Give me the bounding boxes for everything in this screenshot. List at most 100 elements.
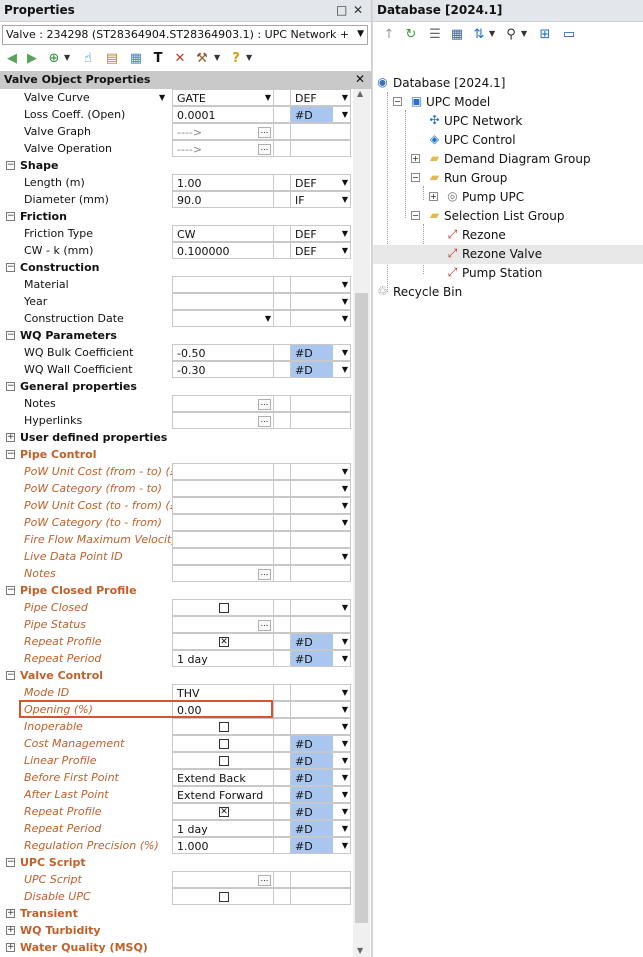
chevron-down-icon[interactable]: ▼ — [64, 53, 70, 62]
chevron-down-icon[interactable]: ▼ — [342, 178, 348, 187]
property-flag[interactable]: ▼ — [290, 276, 351, 293]
tree-item-pump-upc[interactable]: + ◎ Pump UPC — [373, 188, 643, 207]
notes-icon[interactable]: ▤ — [104, 51, 120, 67]
property-value[interactable]: ... — [172, 616, 274, 633]
property-flag[interactable] — [290, 123, 351, 140]
property-flag[interactable]: ▼ — [290, 599, 351, 616]
chevron-down-icon[interactable]: ▼ — [342, 348, 348, 357]
property-value[interactable] — [172, 599, 274, 616]
checkbox[interactable]: ✕ — [219, 807, 229, 817]
property-value[interactable] — [172, 497, 274, 514]
ellipsis-button[interactable]: ... — [258, 127, 271, 138]
property-flag[interactable] — [290, 871, 351, 888]
chevron-down-icon[interactable]: ▼ — [342, 229, 348, 238]
property-flag[interactable]: #D ▼ — [290, 361, 351, 378]
checkbox[interactable] — [219, 739, 229, 749]
expand-icon[interactable]: + — [429, 192, 438, 201]
expand-icon[interactable]: + — [6, 909, 15, 918]
chevron-down-icon[interactable]: ▼ — [342, 807, 348, 816]
property-value[interactable] — [172, 752, 274, 769]
object-selector[interactable]: Valve : 234298 (ST28364904.ST28364903.1)… — [2, 25, 368, 45]
section-shape[interactable]: − Shape — [0, 157, 353, 174]
tree-item-recycle-bin[interactable]: ♲ Recycle Bin — [373, 283, 643, 302]
ellipsis-button[interactable]: ... — [258, 416, 271, 427]
tree-item-pump-station[interactable]: ⤢ Pump Station — [373, 264, 643, 283]
collapse-icon[interactable]: − — [6, 212, 15, 221]
tree-item-rezone[interactable]: ⤢ Rezone — [373, 226, 643, 245]
chevron-down-icon[interactable]: ▼ — [342, 688, 348, 697]
property-flag[interactable]: ▼ — [290, 310, 351, 327]
property-flag[interactable]: DEF ▼ — [290, 174, 351, 191]
collapse-icon[interactable]: − — [6, 671, 15, 680]
chevron-down-icon[interactable]: ▼ — [342, 280, 348, 289]
property-flag[interactable] — [290, 565, 351, 582]
section-transient[interactable]: + Transient — [0, 905, 353, 922]
monitor-icon[interactable]: ▭ — [561, 27, 577, 43]
chevron-down-icon[interactable]: ▼ — [159, 93, 165, 102]
checkbox[interactable] — [219, 756, 229, 766]
chevron-down-icon[interactable]: ▼ — [342, 824, 348, 833]
chevron-down-icon[interactable]: ▼ — [342, 603, 348, 612]
property-value[interactable] — [172, 463, 274, 480]
property-value[interactable]: 0.0001 — [172, 106, 274, 123]
collapse-icon[interactable]: − — [411, 173, 420, 182]
collapse-icon[interactable]: − — [6, 263, 15, 272]
section-user-defined-properties[interactable]: + User defined properties — [0, 429, 353, 446]
property-value[interactable] — [172, 514, 274, 531]
property-flag[interactable] — [290, 395, 351, 412]
forward-arrow-icon[interactable]: ▶ — [24, 51, 40, 67]
property-value[interactable]: 0.100000 — [172, 242, 274, 259]
collapse-icon[interactable]: − — [6, 586, 15, 595]
network-object-icon[interactable]: ⊕ — [46, 51, 62, 67]
property-value[interactable]: ✕ — [172, 803, 274, 820]
chevron-down-icon[interactable]: ▼ — [342, 756, 348, 765]
sort-icon[interactable]: ⇅ — [471, 27, 487, 43]
property-flag[interactable]: #D ▼ — [290, 344, 351, 361]
property-value[interactable]: ---->... — [172, 140, 274, 157]
ellipsis-button[interactable]: ... — [258, 144, 271, 155]
property-value[interactable]: 1.000 — [172, 837, 274, 854]
chevron-down-icon[interactable]: ▼ — [342, 314, 348, 323]
property-value[interactable]: Extend Forward — [172, 786, 274, 803]
chevron-down-icon[interactable]: ▼ — [521, 29, 527, 38]
grid-icon[interactable]: ▦ — [449, 27, 465, 43]
property-flag[interactable]: ▼ — [290, 497, 351, 514]
property-flag[interactable]: ▼ — [290, 548, 351, 565]
property-flag[interactable]: #D ▼ — [290, 803, 351, 820]
scroll-down-icon[interactable]: ▼ — [357, 946, 363, 955]
property-value[interactable]: ... — [172, 871, 274, 888]
tree-item-upc-model[interactable]: − ▣ UPC Model — [373, 93, 643, 112]
property-flag[interactable]: #D ▼ — [290, 735, 351, 752]
tree-item-upc-network[interactable]: ✣ UPC Network — [373, 112, 643, 131]
property-value[interactable]: 1 day — [172, 650, 274, 667]
property-value[interactable] — [172, 293, 274, 310]
property-flag[interactable]: DEF ▼ — [290, 225, 351, 242]
ellipsis-button[interactable]: ... — [258, 875, 271, 886]
chevron-down-icon[interactable]: ▼ — [342, 195, 348, 204]
chevron-down-icon[interactable]: ▼ — [265, 93, 271, 102]
chevron-down-icon[interactable]: ▼ — [246, 53, 252, 62]
chevron-down-icon[interactable]: ▼ — [342, 739, 348, 748]
chevron-down-icon[interactable]: ▼ — [342, 790, 348, 799]
property-flag[interactable]: #D ▼ — [290, 650, 351, 667]
section-upc-script[interactable]: − UPC Script — [0, 854, 353, 871]
property-value[interactable] — [172, 735, 274, 752]
property-flag[interactable]: #D ▼ — [290, 786, 351, 803]
checkbox[interactable] — [219, 892, 229, 902]
chevron-down-icon[interactable]: ▼ — [214, 53, 220, 62]
property-flag[interactable]: #D ▼ — [290, 820, 351, 837]
property-value[interactable] — [172, 276, 274, 293]
tree-item-selection-list-group[interactable]: − ▰ Selection List Group — [373, 207, 643, 226]
property-value[interactable]: ... — [172, 395, 274, 412]
refresh-icon[interactable]: ↻ — [403, 27, 419, 43]
collapse-icon[interactable]: − — [393, 97, 402, 106]
property-flag[interactable]: DEF ▼ — [290, 242, 351, 259]
tree-item-database-2024-1[interactable]: ◉ Database [2024.1] — [373, 74, 643, 93]
property-flag[interactable]: ▼ — [290, 684, 351, 701]
ellipsis-button[interactable]: ... — [258, 620, 271, 631]
property-value[interactable]: 90.0 — [172, 191, 274, 208]
chevron-down-icon[interactable]: ▼ — [342, 841, 348, 850]
property-flag[interactable]: #D ▼ — [290, 633, 351, 650]
chevron-down-icon[interactable]: ▼ — [489, 29, 495, 38]
chevron-down-icon[interactable]: ▼ — [342, 722, 348, 731]
